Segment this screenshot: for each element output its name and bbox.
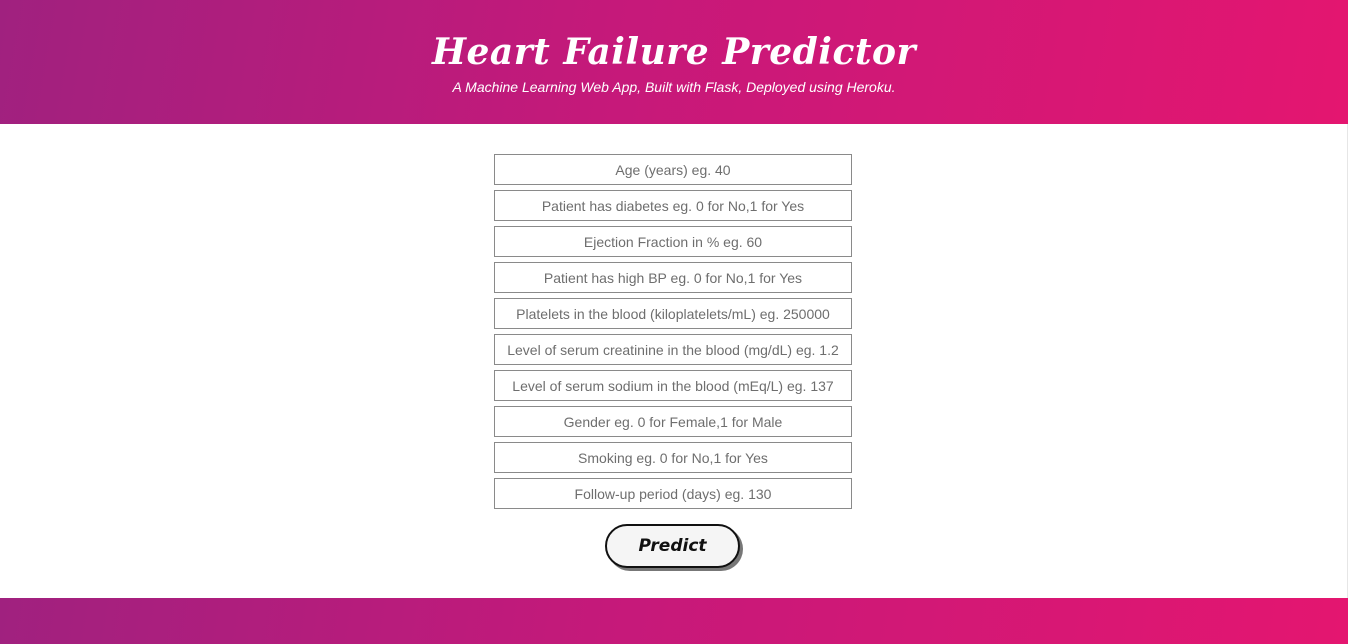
high-bp-input[interactable]	[494, 262, 852, 293]
smoking-input[interactable]	[494, 442, 852, 473]
app-header: Heart Failure Predictor A Machine Learni…	[0, 0, 1348, 124]
page-subtitle: A Machine Learning Web App, Built with F…	[452, 79, 896, 95]
app-footer	[0, 598, 1348, 644]
serum-sodium-input[interactable]	[494, 370, 852, 401]
gender-input[interactable]	[494, 406, 852, 437]
serum-creatinine-input[interactable]	[494, 334, 852, 365]
prediction-form	[494, 154, 852, 514]
predict-button[interactable]: Predict	[605, 524, 740, 568]
diabetes-input[interactable]	[494, 190, 852, 221]
page-title: Heart Failure Predictor	[431, 31, 917, 73]
age-input[interactable]	[494, 154, 852, 185]
follow-up-period-input[interactable]	[494, 478, 852, 509]
platelets-input[interactable]	[494, 298, 852, 329]
ejection-fraction-input[interactable]	[494, 226, 852, 257]
